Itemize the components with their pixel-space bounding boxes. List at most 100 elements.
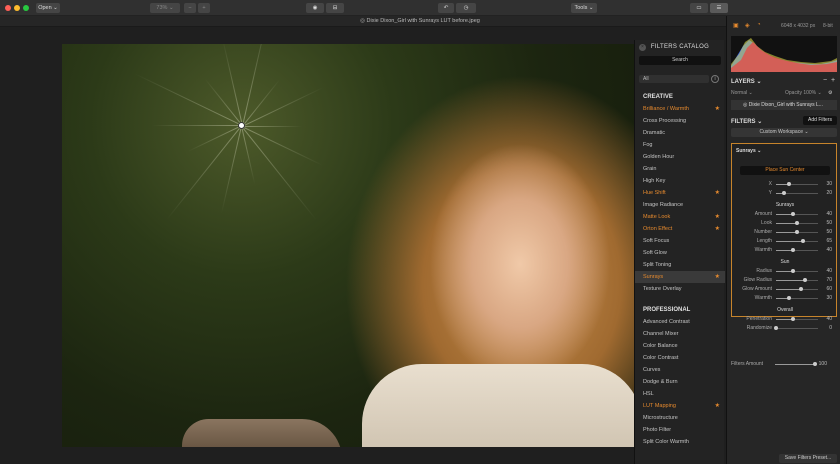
filter-slider[interactable]: Look 50 (732, 219, 838, 228)
filter-slider[interactable]: Length 65 (732, 237, 838, 246)
add-filters-button[interactable]: Add Filters (803, 116, 837, 125)
zoom-select[interactable]: 73% ⌄ (150, 3, 180, 13)
catalog-item[interactable]: HSL (635, 388, 725, 400)
slider-track[interactable] (776, 287, 818, 291)
sun-center-handle[interactable] (238, 122, 245, 129)
slider-track[interactable] (776, 239, 818, 243)
catalog-item[interactable]: Microstructure (635, 412, 725, 424)
catalog-item[interactable]: Texture Overlay (635, 283, 725, 295)
slider-track[interactable] (775, 362, 817, 366)
filter-slider[interactable]: Amount 40 (732, 210, 838, 219)
image-canvas[interactable] (0, 27, 634, 464)
slider-track[interactable] (776, 269, 818, 273)
slider-track[interactable] (776, 296, 818, 300)
slider-knob[interactable] (790, 269, 795, 273)
catalog-item[interactable]: Soft Focus (635, 235, 725, 247)
slider-knob[interactable] (803, 278, 808, 282)
favorite-star-icon[interactable]: ★ (715, 400, 720, 412)
filter-title[interactable]: Sunrays ⌄ (736, 148, 761, 154)
history-icon[interactable]: ◷ (456, 3, 476, 13)
close-window-button[interactable] (5, 5, 11, 11)
catalog-item[interactable]: Channel Mixer (635, 328, 725, 340)
slider-knob[interactable] (774, 326, 778, 330)
catalog-item[interactable]: High Key (635, 175, 725, 187)
open-button[interactable]: Open ⌄ (36, 3, 60, 13)
filter-slider[interactable]: Randomize 0 (732, 324, 838, 333)
layers-header[interactable]: LAYERS ⌄ (731, 78, 761, 85)
catalog-item[interactable]: Soft Glow (635, 247, 725, 259)
slider-knob[interactable] (786, 182, 791, 186)
filter-slider[interactable]: Penetration 40 (732, 315, 838, 324)
info-icon[interactable]: ◔ (757, 22, 761, 28)
catalog-item[interactable]: LUT Mapping ★ (635, 400, 725, 412)
filters-header[interactable]: FILTERS ⌄ (731, 118, 762, 125)
catalog-item[interactable]: Grain (635, 163, 725, 175)
place-sun-center-button[interactable]: Place Sun Center (740, 166, 830, 175)
workspace-select[interactable]: Custom Workspace ⌄ (731, 128, 837, 137)
compare-icon[interactable]: ⊟ (326, 3, 344, 13)
catalog-item[interactable]: Image Radiance (635, 199, 725, 211)
slider-track[interactable] (776, 278, 818, 282)
slider-knob[interactable] (801, 239, 806, 243)
slider-knob[interactable] (786, 296, 791, 300)
catalog-item[interactable]: Orton Effect ★ (635, 223, 725, 235)
slider-knob[interactable] (795, 230, 799, 234)
slider-knob[interactable] (799, 287, 804, 291)
blend-mode-select[interactable]: Normal ⌄ (731, 90, 753, 96)
catalog-item[interactable]: Curves (635, 364, 725, 376)
slider-track[interactable] (776, 248, 818, 252)
layers-view-icon[interactable]: ◈ (745, 22, 750, 29)
filters-panel-icon[interactable]: ☰ (710, 3, 728, 13)
favorite-star-icon[interactable]: ★ (715, 211, 720, 223)
catalog-item[interactable]: Advanced Contrast (635, 316, 725, 328)
filter-slider[interactable]: Radius 40 (732, 267, 838, 276)
catalog-item[interactable]: Split Toning (635, 259, 725, 271)
filter-slider[interactable]: Warmth 30 (732, 294, 838, 303)
filter-slider[interactable]: Glow Amount 60 (732, 285, 838, 294)
catalog-item[interactable]: Dodge & Burn (635, 376, 725, 388)
slider-track[interactable] (776, 182, 818, 186)
layer-item[interactable]: ◎ Dixie Dixon_Girl with Sunrays L... (731, 100, 837, 110)
slider-knob[interactable] (782, 191, 787, 195)
slider-knob[interactable] (790, 212, 795, 216)
tools-menu[interactable]: Tools ⌄ (571, 3, 597, 13)
catalog-item[interactable]: Color Contrast (635, 352, 725, 364)
filter-slider[interactable]: Y 20 (732, 189, 838, 198)
slider-knob[interactable] (790, 248, 795, 252)
slider-track[interactable] (776, 230, 818, 234)
slider-track[interactable] (774, 326, 818, 330)
histogram-icon[interactable]: ▣ (733, 22, 739, 29)
layout-icon[interactable]: ▭ (690, 3, 708, 13)
slider-track[interactable] (776, 317, 818, 321)
catalog-search-input[interactable]: Search (639, 56, 721, 65)
filter-slider[interactable]: Number 50 (732, 228, 838, 237)
filter-slider[interactable]: Glow Radius 70 (732, 276, 838, 285)
preview-eye-icon[interactable]: ◉ (306, 3, 324, 13)
zoom-out-button[interactable]: − (184, 3, 196, 13)
slider-track[interactable] (776, 212, 818, 216)
catalog-item[interactable]: Photo Filter (635, 424, 725, 436)
catalog-item[interactable]: Fog (635, 139, 725, 151)
filter-slider[interactable]: Warmth 40 (732, 246, 838, 255)
favorite-star-icon[interactable]: ★ (715, 271, 720, 283)
zoom-window-button[interactable] (23, 5, 29, 11)
favorite-star-icon[interactable]: ★ (715, 103, 720, 115)
catalog-item[interactable]: Sunrays ★ (635, 271, 725, 283)
favorite-star-icon[interactable]: ★ (715, 187, 720, 199)
favorite-star-icon[interactable]: ★ (715, 223, 720, 235)
slider-track[interactable] (776, 191, 818, 195)
slider-knob[interactable] (790, 317, 795, 321)
catalog-item[interactable]: Cross Processing (635, 115, 725, 127)
catalog-item[interactable]: Split Color Warmth (635, 436, 725, 448)
filter-slider[interactable]: X 30 (732, 180, 838, 189)
opacity-select[interactable]: Opacity 100% ⌄ (785, 90, 822, 96)
catalog-item[interactable]: Brilliance / Warmth ★ (635, 103, 725, 115)
minimize-window-button[interactable] (14, 5, 20, 11)
catalog-item[interactable]: Golden Hour (635, 151, 725, 163)
undo-icon[interactable]: ↶ (438, 3, 454, 13)
remove-layer-icon[interactable]: − (823, 77, 827, 84)
zoom-in-button[interactable]: + (198, 3, 210, 13)
catalog-info-icon[interactable]: i (711, 75, 719, 83)
catalog-item[interactable]: Matte Look ★ (635, 211, 725, 223)
catalog-item[interactable]: Dramatic (635, 127, 725, 139)
